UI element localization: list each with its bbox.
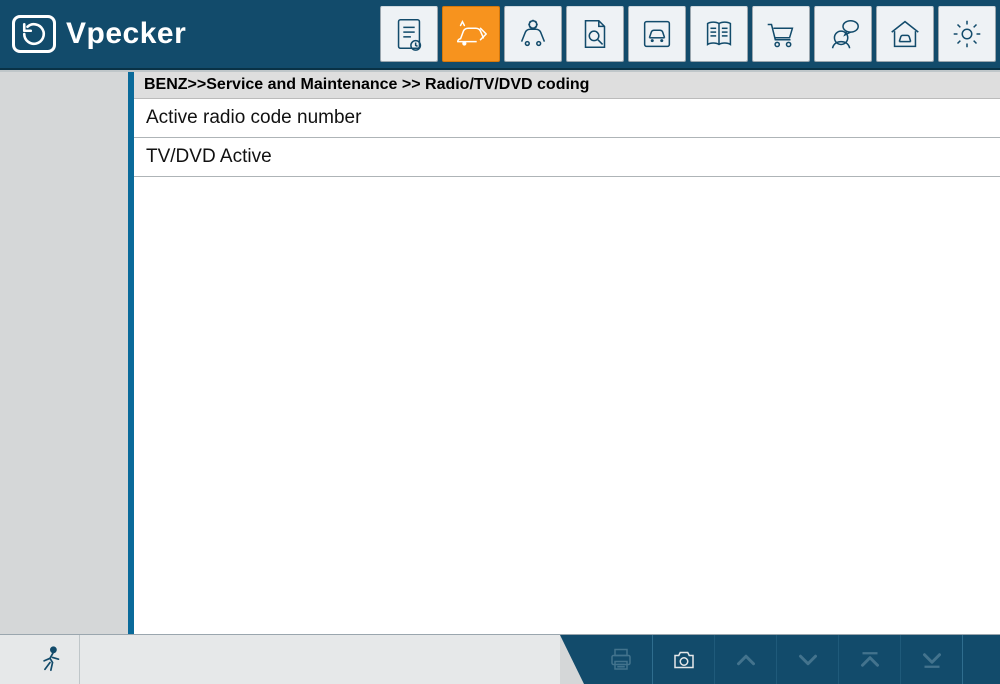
print-icon — [606, 645, 636, 675]
footer-right — [560, 635, 1000, 684]
exit-button[interactable] — [20, 635, 80, 684]
lookup-icon — [576, 15, 614, 53]
camera-icon — [669, 645, 699, 675]
menu-list: Active radio code number TV/DVD Active — [134, 99, 1000, 177]
shop-icon — [762, 15, 800, 53]
top-toolbar — [380, 6, 996, 62]
down-icon — [793, 645, 823, 675]
footer-bar — [0, 634, 1000, 684]
running-man-icon — [33, 643, 67, 677]
toolbar-lookup[interactable] — [566, 6, 624, 62]
manual-icon — [700, 15, 738, 53]
settings-icon — [948, 15, 986, 53]
toolbar-settings[interactable] — [938, 6, 996, 62]
toolbar-shop[interactable] — [752, 6, 810, 62]
toolbar-report[interactable] — [380, 6, 438, 62]
service-icon — [514, 15, 552, 53]
scroll-top-button[interactable] — [838, 635, 900, 684]
app-header: Vpecker — [0, 0, 1000, 70]
brand-name: Vpecker — [66, 17, 186, 51]
content-panel: BENZ>>Service and Maintenance >> Radio/T… — [128, 72, 1000, 634]
main-area: BENZ>>Service and Maintenance >> Radio/T… — [0, 70, 1000, 634]
toolbar-diagnose[interactable] — [442, 6, 500, 62]
car-diag-icon — [452, 15, 490, 53]
brand-mark-icon — [12, 15, 56, 53]
scroll-up-button[interactable] — [714, 635, 776, 684]
toolbar-service[interactable] — [504, 6, 562, 62]
toolbar-feedback[interactable] — [814, 6, 872, 62]
back-icon — [996, 645, 1000, 675]
scroll-bottom-button[interactable] — [900, 635, 962, 684]
footer-left — [0, 635, 560, 684]
left-sidebar — [0, 72, 128, 634]
toolbar-vehicle[interactable] — [628, 6, 686, 62]
garage-icon — [886, 15, 924, 53]
toolbar-manual[interactable] — [690, 6, 748, 62]
feedback-icon — [824, 15, 862, 53]
vehicle-icon — [638, 15, 676, 53]
toolbar-garage[interactable] — [876, 6, 934, 62]
print-button[interactable] — [590, 635, 652, 684]
back-button[interactable] — [962, 635, 1000, 684]
screenshot-button[interactable] — [652, 635, 714, 684]
bottom-icon — [917, 645, 947, 675]
breadcrumb: BENZ>>Service and Maintenance >> Radio/T… — [134, 72, 1000, 99]
list-item[interactable]: TV/DVD Active — [134, 138, 1000, 177]
scroll-down-button[interactable] — [776, 635, 838, 684]
up-icon — [731, 645, 761, 675]
top-icon — [855, 645, 885, 675]
brand-logo: Vpecker — [12, 15, 186, 53]
report-icon — [390, 15, 428, 53]
list-item[interactable]: Active radio code number — [134, 99, 1000, 138]
